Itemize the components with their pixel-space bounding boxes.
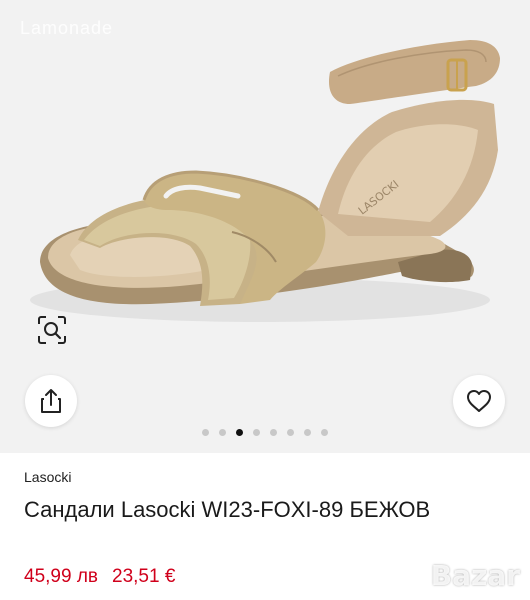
pagination-dot[interactable] — [202, 429, 209, 436]
image-gallery[interactable]: Lamonade LASOCKI — [0, 0, 530, 453]
pagination-dot[interactable] — [253, 429, 260, 436]
pagination-dot-active[interactable] — [236, 429, 243, 436]
product-image: LASOCKI — [30, 40, 500, 322]
favorite-button[interactable] — [453, 375, 505, 427]
price-eur: 23,51 € — [112, 566, 176, 587]
product-title: Сандали Lasocki WI23-FOXI-89 БЕЖОВ — [24, 497, 431, 522]
share-button[interactable] — [25, 375, 77, 427]
pagination-dot[interactable] — [287, 429, 294, 436]
price-row: 45,99 лв 23,51 € — [24, 566, 175, 588]
heart-icon — [467, 390, 491, 412]
product-brand[interactable]: Lasocki — [24, 469, 71, 485]
zoom-scan-icon — [38, 316, 66, 344]
pagination-dot[interactable] — [270, 429, 277, 436]
gallery-pagination[interactable] — [0, 429, 530, 436]
share-icon — [41, 389, 61, 413]
price-bgn: 45,99 лв — [24, 566, 99, 587]
pagination-dot[interactable] — [321, 429, 328, 436]
site-watermark-logo: Bazar — [430, 559, 520, 592]
pagination-dot[interactable] — [304, 429, 311, 436]
pagination-dot[interactable] — [219, 429, 226, 436]
zoom-button[interactable] — [26, 306, 78, 354]
